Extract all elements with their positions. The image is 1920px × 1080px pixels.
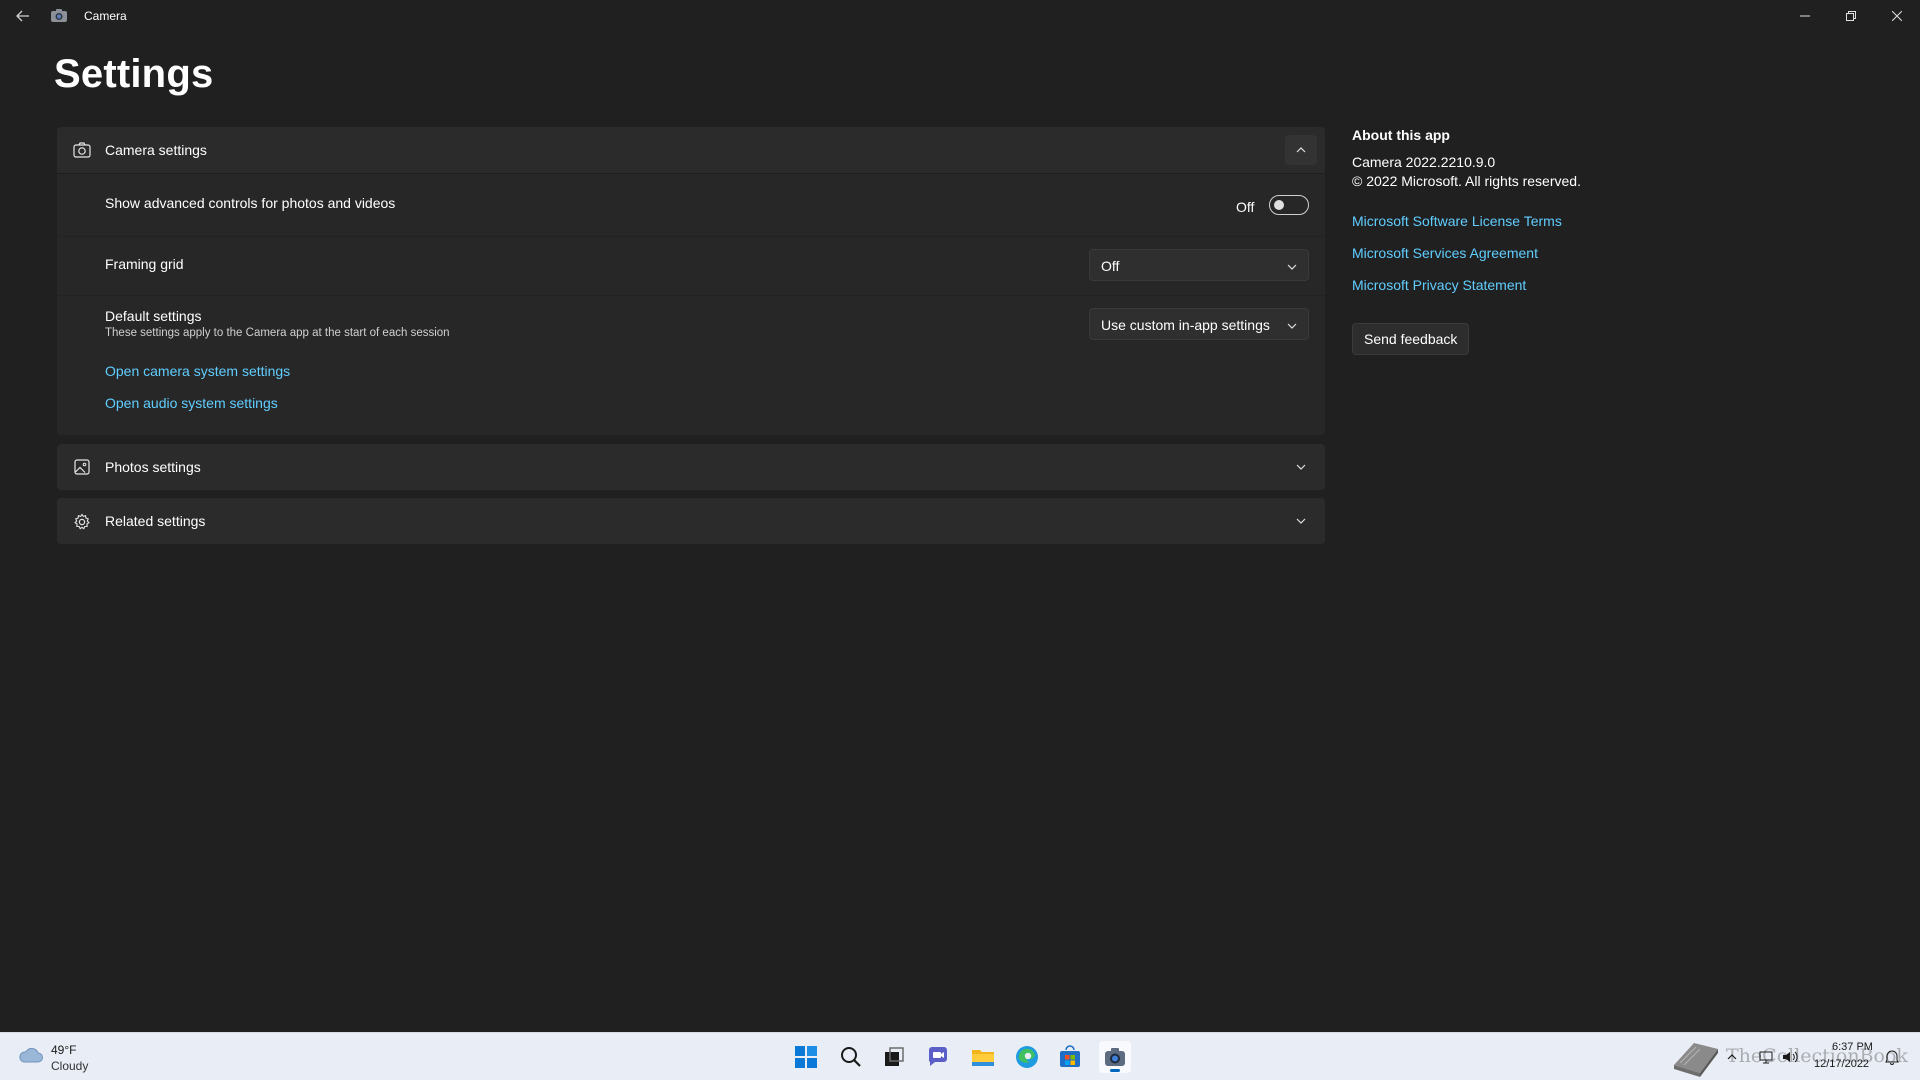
default-settings-value: Use custom in-app settings (1101, 317, 1270, 333)
camera-icon (50, 8, 68, 24)
chevron-down-icon (1296, 464, 1306, 470)
camera-icon (73, 142, 91, 158)
related-settings-expander[interactable]: Related settings (57, 498, 1325, 544)
camera-settings-header[interactable]: Camera settings (57, 127, 1325, 173)
store-icon[interactable] (1054, 1041, 1086, 1073)
default-settings-dropdown[interactable]: Use custom in-app settings (1089, 308, 1309, 340)
page-title: Settings (54, 52, 214, 96)
window-title: Camera (84, 9, 127, 23)
framing-grid-label: Framing grid (105, 256, 184, 272)
camera-icon[interactable] (1099, 1041, 1131, 1073)
related-settings-label: Related settings (105, 513, 206, 529)
open-audio-system-settings-link[interactable]: Open audio system settings (105, 395, 278, 411)
photo-icon (73, 459, 91, 475)
open-camera-system-settings-link[interactable]: Open camera system settings (105, 363, 290, 379)
framing-grid-row: Framing grid Off (57, 237, 1325, 295)
expand-button[interactable] (1285, 452, 1317, 482)
license-terms-link[interactable]: Microsoft Software License Terms (1352, 213, 1562, 229)
framing-grid-dropdown[interactable]: Off (1089, 249, 1309, 281)
send-feedback-button[interactable]: Send feedback (1352, 323, 1470, 355)
restore-icon[interactable] (1828, 0, 1874, 32)
back-arrow-icon[interactable] (12, 6, 34, 26)
copyright: © 2022 Microsoft. All rights reserved. (1352, 173, 1581, 189)
camera-settings-label: Camera settings (105, 142, 207, 158)
chevron-up-icon[interactable] (1727, 1033, 1737, 1080)
cloud-icon[interactable] (18, 1045, 44, 1065)
privacy-statement-link[interactable]: Microsoft Privacy Statement (1352, 277, 1526, 293)
related-settings-header[interactable]: Related settings (57, 498, 1325, 544)
minimize-icon[interactable] (1782, 0, 1828, 32)
expand-button[interactable] (1285, 506, 1317, 536)
collapse-button[interactable] (1285, 135, 1317, 165)
file-explorer-icon[interactable] (967, 1041, 999, 1073)
close-icon[interactable] (1874, 0, 1920, 32)
book-logo-icon (1668, 1033, 1724, 1080)
advanced-controls-row: Show advanced controls for photos and vi… (57, 174, 1325, 236)
default-settings-label: Default settings (105, 308, 202, 324)
advanced-controls-toggle[interactable] (1269, 195, 1309, 215)
chevron-up-icon (1296, 147, 1306, 153)
task-view-icon[interactable] (878, 1041, 910, 1073)
chevron-down-icon (1286, 260, 1298, 272)
camera-settings-body: Show advanced controls for photos and vi… (57, 173, 1325, 435)
volume-icon[interactable] (1782, 1033, 1800, 1080)
network-icon[interactable] (1758, 1033, 1774, 1080)
about-title: About this app (1352, 127, 1450, 143)
search-icon[interactable] (835, 1041, 867, 1073)
camera-settings-expander: Camera settings Show advanced controls f… (57, 127, 1325, 435)
toggle-knob (1274, 200, 1284, 210)
advanced-controls-label: Show advanced controls for photos and vi… (105, 195, 396, 211)
photos-settings-label: Photos settings (105, 459, 201, 475)
gear-icon (73, 513, 91, 530)
app-version: Camera 2022.2210.9.0 (1352, 154, 1496, 170)
toggle-state-text: Off (1236, 199, 1255, 215)
edge-icon[interactable] (1011, 1041, 1043, 1073)
photos-settings-expander[interactable]: Photos settings (57, 444, 1325, 490)
chevron-down-icon (1286, 319, 1298, 331)
title-bar: Camera (0, 0, 1920, 32)
framing-grid-value: Off (1101, 258, 1120, 274)
teams-chat-icon[interactable] (922, 1041, 954, 1073)
default-settings-description: These settings apply to the Camera app a… (105, 327, 450, 339)
notifications-icon[interactable] (1884, 1033, 1900, 1080)
default-settings-row: Default settings These settings apply to… (57, 296, 1325, 436)
active-app-indicator (1110, 1069, 1120, 1072)
start-icon[interactable] (790, 1041, 822, 1073)
clock-time[interactable]: 6:37 PM (1832, 1041, 1873, 1053)
taskbar: 49°F Cloudy TheCollectionBook 6:37 PM 12… (0, 1032, 1920, 1080)
clock-date[interactable]: 12/17/2022 (1814, 1058, 1869, 1070)
photos-settings-header[interactable]: Photos settings (57, 444, 1325, 490)
chevron-down-icon (1296, 518, 1306, 524)
weather-desc[interactable]: Cloudy (51, 1059, 88, 1073)
weather-temp[interactable]: 49°F (51, 1043, 76, 1057)
services-agreement-link[interactable]: Microsoft Services Agreement (1352, 245, 1538, 261)
